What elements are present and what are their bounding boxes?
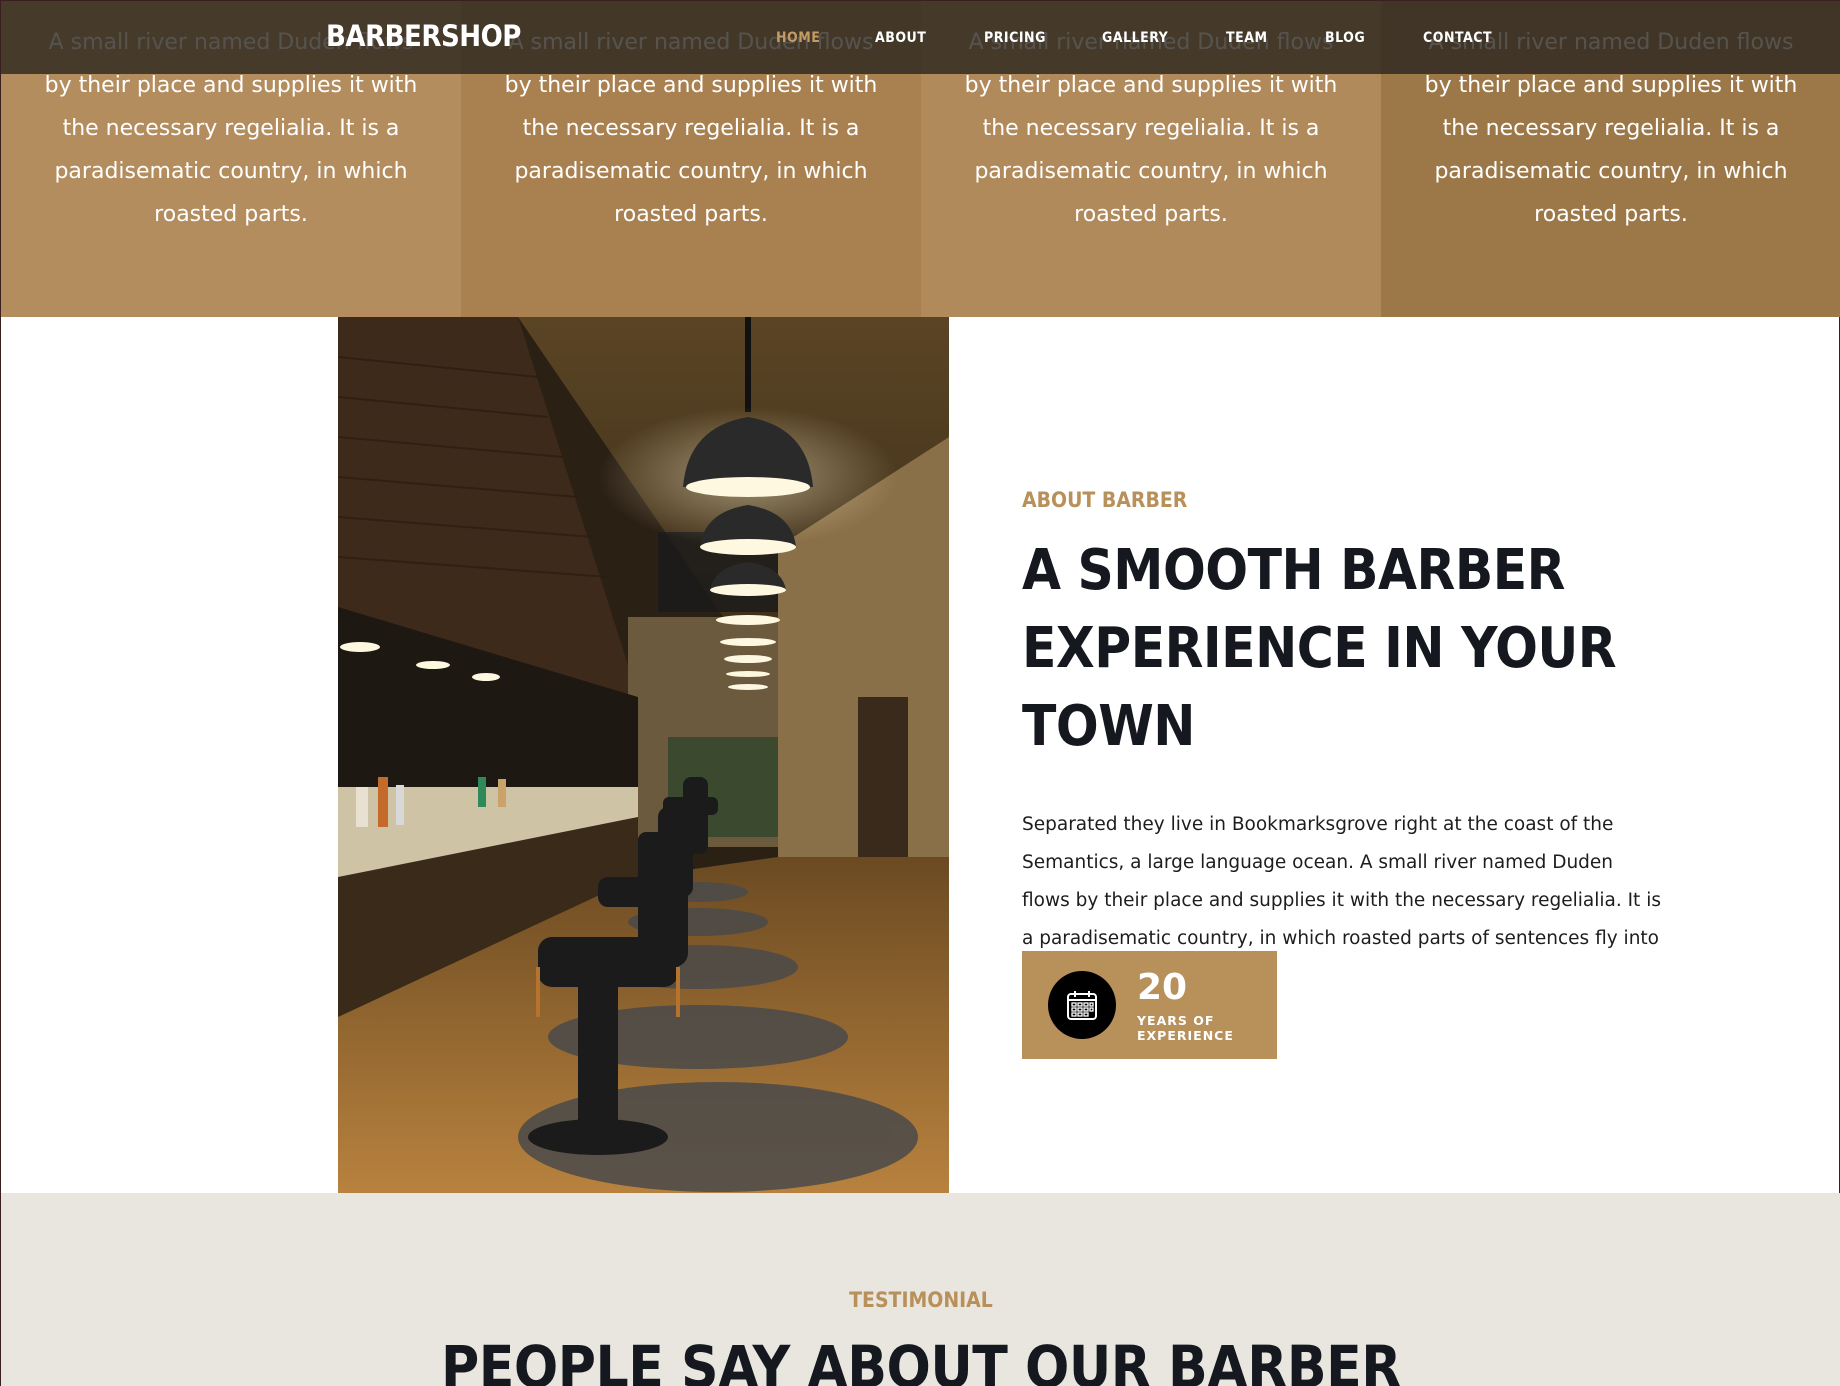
about-title-line-1: A SMOOTH BARBER bbox=[1022, 538, 1565, 603]
experience-label-line-1: YEARS OF bbox=[1137, 1013, 1215, 1028]
nav-pricing[interactable]: PRICING bbox=[984, 30, 1046, 46]
experience-label: YEARS OF EXPERIENCE bbox=[1137, 1013, 1257, 1043]
about-section: ABOUT BARBER A SMOOTH BARBER EXPERIENCE … bbox=[1022, 488, 1662, 996]
nav-home[interactable]: HOME bbox=[776, 30, 820, 46]
about-title-line-2: EXPERIENCE IN YOUR TOWN bbox=[1022, 616, 1617, 759]
nav-gallery[interactable]: GALLERY bbox=[1102, 30, 1168, 46]
testimonial-section: TESTIMONIAL PEOPLE SAY ABOUT OUR BARBER bbox=[1, 1193, 1840, 1386]
nav-blog[interactable]: BLOG bbox=[1325, 30, 1365, 46]
about-eyebrow: ABOUT BARBER bbox=[1022, 488, 1188, 512]
experience-number: 20 bbox=[1137, 967, 1188, 1008]
about-title: A SMOOTH BARBER EXPERIENCE IN YOUR TOWN bbox=[1022, 532, 1662, 766]
navbar: BARBERSHOP HOME ABOUT PRICING GALLERY TE… bbox=[1, 1, 1840, 74]
nav-about[interactable]: ABOUT bbox=[875, 30, 926, 46]
nav-contact[interactable]: CONTACT bbox=[1423, 30, 1492, 46]
experience-icon-circle bbox=[1048, 971, 1116, 1039]
experience-label-line-2: EXPERIENCE bbox=[1137, 1028, 1234, 1043]
brand-logo[interactable]: BARBERSHOP bbox=[326, 19, 521, 53]
testimonial-eyebrow: TESTIMONIAL bbox=[849, 1288, 993, 1312]
barbershop-interior-image bbox=[338, 317, 949, 1193]
nav-team[interactable]: TEAM bbox=[1226, 30, 1267, 46]
testimonial-title: PEOPLE SAY ABOUT OUR BARBER bbox=[441, 1333, 1401, 1386]
experience-badge: 20 YEARS OF EXPERIENCE bbox=[1022, 951, 1277, 1059]
calendar-icon bbox=[1067, 991, 1097, 1020]
